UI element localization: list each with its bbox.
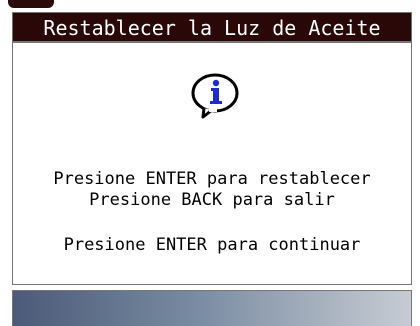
instruction-reset: Presione ENTER para restablecer bbox=[53, 169, 371, 189]
scan-tool-screen: Restablecer la Luz de Aceite Presione EN… bbox=[0, 0, 420, 326]
instruction-continue: Presione ENTER para continuar bbox=[63, 235, 361, 255]
instruction-back: Presione BACK para salir bbox=[89, 190, 335, 210]
message-panel: Presione ENTER para restablecer Presione… bbox=[12, 42, 412, 285]
status-footer-bar bbox=[12, 290, 412, 326]
info-icon bbox=[191, 73, 239, 119]
top-tab-indicator bbox=[8, 0, 54, 8]
page-title: Restablecer la Luz de Aceite bbox=[12, 12, 412, 42]
